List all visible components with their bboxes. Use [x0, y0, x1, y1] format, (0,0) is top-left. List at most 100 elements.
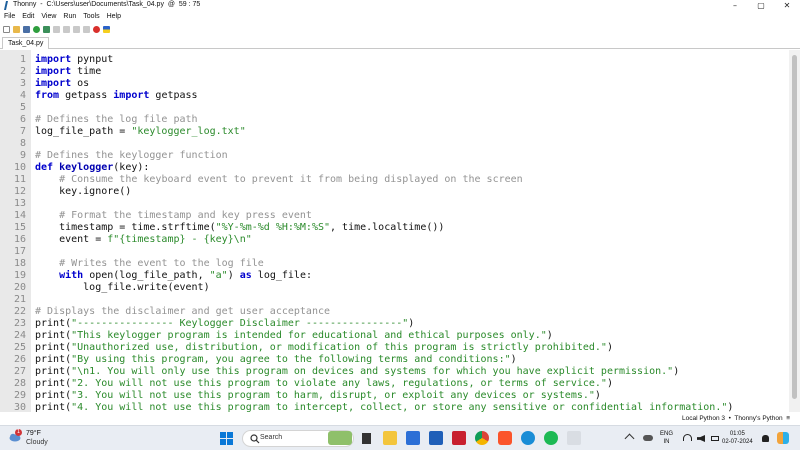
- code-text[interactable]: print("\n1. You will only use this progr…: [35, 366, 679, 378]
- code-text[interactable]: timestamp = time.strftime("%Y-%m-%d %H:%…: [35, 222, 444, 234]
- code-line[interactable]: 4 from getpass import getpass: [0, 90, 789, 102]
- code-line[interactable]: 13: [0, 198, 789, 210]
- code-line[interactable]: 8: [0, 138, 789, 150]
- code-text[interactable]: log_file_path = "keylogger_log.txt": [35, 126, 246, 138]
- stop-icon[interactable]: [93, 25, 100, 33]
- save-icon[interactable]: [23, 25, 30, 33]
- code-line[interactable]: 9 # Defines the keylogger function: [0, 150, 789, 162]
- open-file-icon[interactable]: [13, 25, 20, 33]
- code-line[interactable]: 5: [0, 102, 789, 114]
- code-text[interactable]: print("---------------- Keylogger Discla…: [35, 318, 414, 330]
- code-text[interactable]: print("By using this program, you agree …: [35, 354, 517, 366]
- code-line[interactable]: 3 import os: [0, 78, 789, 90]
- code-text[interactable]: log_file.write(event): [35, 282, 209, 294]
- interpreter-status[interactable]: Local Python 3 • Thonny's Python ≡: [682, 415, 790, 422]
- code-line[interactable]: 15 timestamp = time.strftime("%Y-%m-%d %…: [0, 222, 789, 234]
- store-icon[interactable]: [406, 431, 420, 445]
- debug-icon[interactable]: [43, 25, 50, 33]
- code-text[interactable]: # Consume the keyboard event to prevent …: [35, 174, 523, 186]
- resume-icon[interactable]: [83, 25, 90, 33]
- code-text[interactable]: with open(log_file_path, "a") as log_fil…: [35, 270, 312, 282]
- chevron-up-icon[interactable]: [624, 433, 635, 444]
- code-line[interactable]: 30 print("4. You will not use this progra…: [0, 402, 789, 412]
- code-line[interactable]: 19 with open(log_file_path, "a") as log_…: [0, 270, 789, 282]
- menu-run[interactable]: Run: [59, 12, 79, 23]
- tab-task-04[interactable]: Task_04.py: [2, 37, 50, 49]
- notification-bell-icon[interactable]: [762, 435, 769, 442]
- volume-icon[interactable]: [697, 435, 705, 442]
- code-text[interactable]: # Writes the event to the log file: [35, 258, 264, 270]
- vertical-scrollbar[interactable]: [789, 50, 800, 412]
- copilot-icon[interactable]: [777, 432, 789, 444]
- code-line[interactable]: 10 def keylogger(key):: [0, 162, 789, 174]
- battery-icon[interactable]: [711, 436, 719, 441]
- code-line[interactable]: 28 print("2. You will not use this progra…: [0, 378, 789, 390]
- code-line[interactable]: 2 import time: [0, 66, 789, 78]
- code-line[interactable]: 6 # Defines the log file path: [0, 114, 789, 126]
- code-text[interactable]: # Defines the keylogger function: [35, 150, 228, 162]
- code-line[interactable]: 23 print("---------------- Keylogger Disc…: [0, 318, 789, 330]
- widgets-icon[interactable]: [328, 431, 352, 445]
- code-text[interactable]: print("Unauthorized use, distribution, o…: [35, 342, 613, 354]
- code-line[interactable]: 21: [0, 294, 789, 306]
- menu-view[interactable]: View: [37, 12, 59, 23]
- code-line[interactable]: 14 # Format the timestamp and key press …: [0, 210, 789, 222]
- code-text[interactable]: print("This keylogger program is intende…: [35, 330, 553, 342]
- code-line[interactable]: 17: [0, 246, 789, 258]
- new-file-icon[interactable]: [3, 25, 10, 33]
- code-line[interactable]: 7 log_file_path = "keylogger_log.txt": [0, 126, 789, 138]
- code-line[interactable]: 22 # Displays the disclaimer and get user…: [0, 306, 789, 318]
- code-line[interactable]: 29 print("3. You will not use this progra…: [0, 390, 789, 402]
- code-line[interactable]: 16 event = f"{timestamp} - {key}\n": [0, 234, 789, 246]
- run-icon[interactable]: [33, 25, 40, 33]
- weather-widget[interactable]: 1 79°F Cloudy: [8, 429, 68, 447]
- code-text[interactable]: print("4. You will not use this program …: [35, 402, 733, 412]
- language-indicator[interactable]: ENG IN: [660, 426, 673, 451]
- task-view-icon[interactable]: [362, 433, 371, 444]
- menu-file[interactable]: File: [0, 12, 18, 23]
- code-line[interactable]: 20 log_file.write(event): [0, 282, 789, 294]
- chrome-icon[interactable]: [475, 431, 489, 445]
- code-text[interactable]: # Defines the log file path: [35, 114, 198, 126]
- code-text[interactable]: key.ignore(): [35, 186, 131, 198]
- code-text[interactable]: print("2. You will not use this program …: [35, 378, 613, 390]
- menu-tools[interactable]: Tools: [79, 12, 102, 23]
- code-text[interactable]: import pynput: [35, 54, 113, 66]
- code-editor[interactable]: 1 import pynput 2 import time 3 import os 4 fro…: [0, 50, 789, 412]
- code-line[interactable]: 24 print("This keylogger program is inten…: [0, 330, 789, 342]
- scrollbar-thumb[interactable]: [792, 55, 797, 399]
- code-line[interactable]: 1 import pynput: [0, 54, 789, 66]
- code-text[interactable]: # Format the timestamp and key press eve…: [35, 210, 312, 222]
- maximize-button[interactable]: ▢: [748, 0, 774, 12]
- file-explorer-icon[interactable]: [383, 431, 397, 445]
- minimize-button[interactable]: –: [722, 0, 748, 12]
- code-text[interactable]: import time: [35, 66, 101, 78]
- code-text[interactable]: # Displays the disclaimer and get user a…: [35, 306, 330, 318]
- app-icon[interactable]: [429, 431, 443, 445]
- code-text[interactable]: import os: [35, 78, 89, 90]
- thonny-taskbar-icon[interactable]: [567, 431, 581, 445]
- code-text[interactable]: from getpass import getpass: [35, 90, 198, 102]
- wifi-icon[interactable]: [683, 434, 692, 441]
- edge-icon[interactable]: [521, 431, 535, 445]
- code-line[interactable]: 26 print("By using this program, you agre…: [0, 354, 789, 366]
- brave-icon[interactable]: [498, 431, 512, 445]
- close-button[interactable]: ✕: [774, 0, 800, 12]
- code-line[interactable]: 12 key.ignore(): [0, 186, 789, 198]
- menu-edit[interactable]: Edit: [18, 12, 37, 23]
- code-text[interactable]: print("3. You will not use this program …: [35, 390, 601, 402]
- step-out-icon[interactable]: [73, 25, 80, 33]
- code-line[interactable]: 27 print("\n1. You will only use this pro…: [0, 366, 789, 378]
- system-clock[interactable]: 01:05 02-07-2024: [722, 426, 753, 451]
- mcafee-icon[interactable]: [452, 431, 466, 445]
- code-text[interactable]: event = f"{timestamp} - {key}\n": [35, 234, 252, 246]
- step-into-icon[interactable]: [63, 25, 70, 33]
- menu-help[interactable]: Help: [103, 12, 124, 23]
- step-over-icon[interactable]: [53, 25, 60, 33]
- code-line[interactable]: 25 print("Unauthorized use, distribution,…: [0, 342, 789, 354]
- windows-start-icon[interactable]: [220, 432, 233, 445]
- code-line[interactable]: 18 # Writes the event to the log file: [0, 258, 789, 270]
- code-text[interactable]: def keylogger(key):: [35, 162, 149, 174]
- spotify-icon[interactable]: [544, 431, 558, 445]
- onedrive-icon[interactable]: [643, 435, 653, 441]
